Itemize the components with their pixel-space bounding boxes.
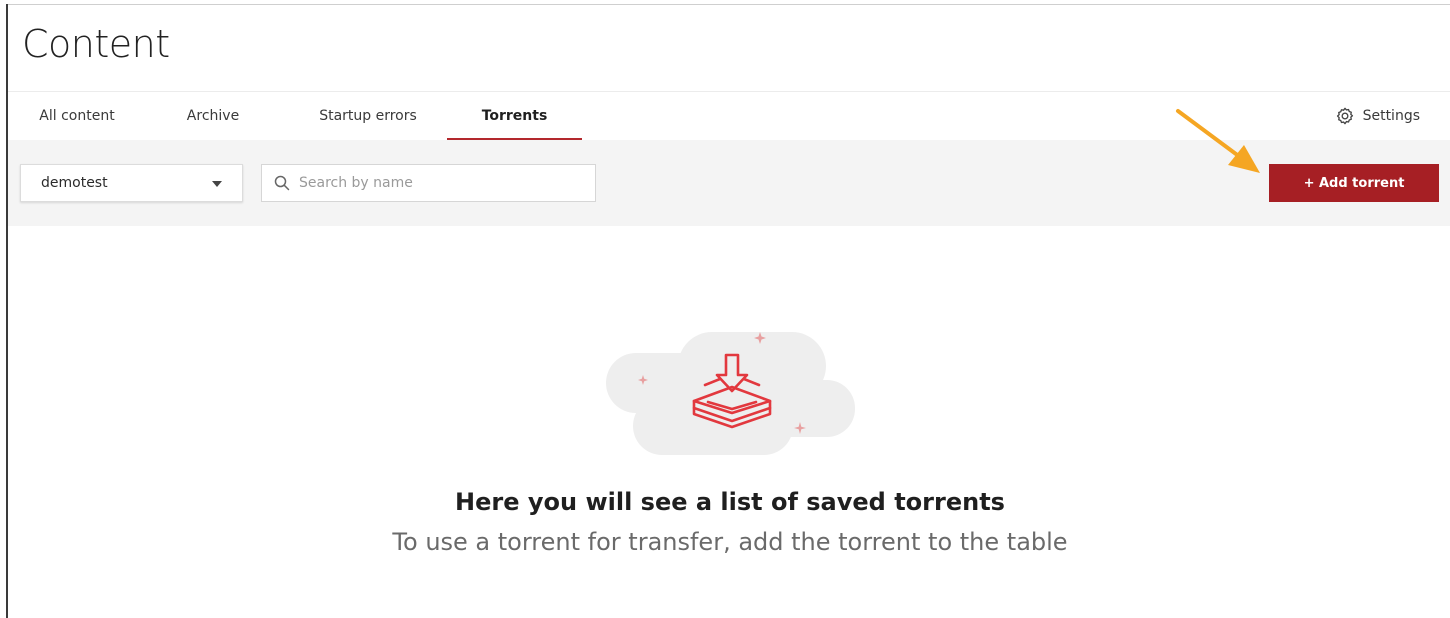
search-box[interactable]	[261, 164, 596, 202]
add-torrent-button[interactable]: + Add torrent	[1269, 164, 1439, 202]
download-tray-icon	[606, 332, 855, 455]
project-select[interactable]: demotest	[20, 164, 243, 202]
tab-torrents[interactable]: Torrents	[447, 92, 582, 140]
settings-label: Settings	[1362, 108, 1420, 124]
app-window: Content All content Archive Startup erro…	[0, 0, 1450, 618]
gear-icon	[1336, 107, 1353, 125]
tab-all-content[interactable]: All content	[22, 92, 132, 140]
settings-link[interactable]: Settings	[1335, 92, 1420, 140]
empty-state-title: Here you will see a list of saved torren…	[455, 488, 1005, 516]
search-icon	[274, 175, 290, 191]
tab-startup-errors[interactable]: Startup errors	[298, 92, 438, 140]
tab-archive[interactable]: Archive	[173, 92, 253, 140]
search-input[interactable]	[299, 175, 589, 191]
caret-down-icon	[212, 181, 222, 187]
annotation-arrow-icon	[1176, 109, 1260, 173]
project-select-value: demotest	[41, 175, 108, 191]
page-title: Content	[22, 22, 170, 66]
empty-state-subtitle: To use a torrent for transfer, add the t…	[392, 528, 1068, 556]
window-top-border	[6, 4, 1450, 5]
